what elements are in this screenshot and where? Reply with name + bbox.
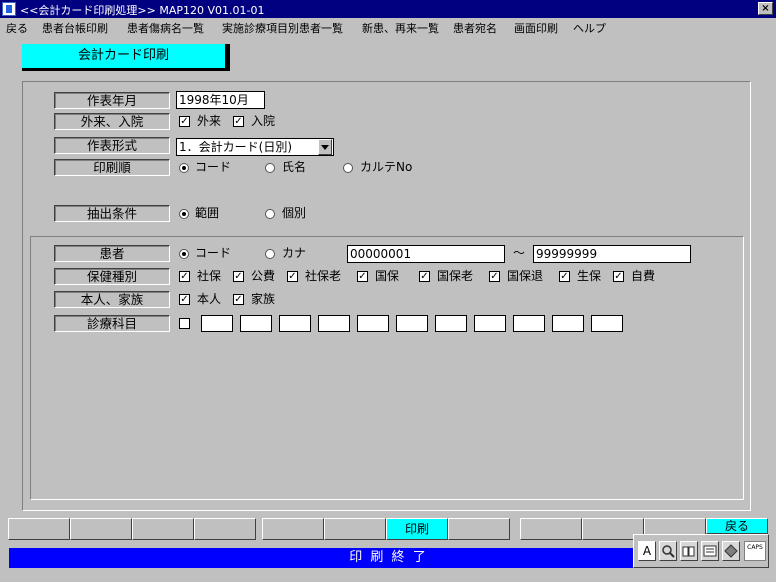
insurance-kohi-checkbox[interactable] — [233, 271, 244, 282]
insurance-kokuho-elderly-checkbox[interactable] — [419, 271, 430, 282]
ime-search-icon[interactable] — [659, 541, 677, 561]
department-code-field-5[interactable] — [357, 315, 389, 332]
extract-individual-label: 個別 — [282, 206, 307, 220]
self-checkbox[interactable] — [179, 294, 190, 305]
fkey-6[interactable] — [324, 518, 386, 540]
fkey-1[interactable] — [8, 518, 70, 540]
menu-item-treatment-item-patient-list[interactable]: 実施診療項目別患者一覧 — [222, 20, 343, 36]
department-code-field-11[interactable] — [591, 315, 623, 332]
insurance-kokuho-elderly-label: 国保老 — [437, 269, 474, 283]
menu-bar: 戻る 患者台帳印刷 患者傷病名一覧 実施診療項目別患者一覧 新患、再来一覧 患者… — [0, 18, 776, 36]
extract-range-label: 範囲 — [195, 206, 220, 220]
insurance-kokuho-label: 国保 — [375, 269, 400, 283]
patient-code-label: コード — [195, 246, 232, 260]
family-checkbox[interactable] — [233, 294, 244, 305]
menu-item-back[interactable]: 戻る — [6, 20, 28, 36]
visit-type-label: 外来、入院 — [54, 113, 170, 130]
ime-dictionary-icon[interactable] — [680, 541, 698, 561]
print-order-code-radio[interactable] — [179, 163, 189, 173]
department-code-field-1[interactable] — [201, 315, 233, 332]
fkey-2[interactable] — [70, 518, 132, 540]
fkey-8[interactable] — [448, 518, 510, 540]
close-button[interactable]: × — [758, 2, 773, 15]
caps-indicator: CAPS — [744, 541, 766, 561]
insurance-jihi-label: 自費 — [631, 269, 656, 283]
outpatient-label: 外来 — [197, 114, 222, 128]
insurance-shaho-checkbox[interactable] — [179, 271, 190, 282]
outpatient-checkbox[interactable] — [179, 116, 190, 127]
extract-range-radio[interactable] — [179, 209, 189, 219]
department-code-field-6[interactable] — [396, 315, 428, 332]
insurance-type-label: 保健種別 — [54, 268, 170, 285]
menu-item-patient-ledger-print[interactable]: 患者台帳印刷 — [42, 20, 108, 36]
report-format-label: 作表形式 — [54, 137, 170, 154]
department-label: 診療科目 — [54, 315, 170, 332]
ime-toolbar: A CAPS — [633, 534, 769, 568]
department-code-field-9[interactable] — [513, 315, 545, 332]
print-order-name-label: 氏名 — [282, 160, 307, 174]
insurance-seiho-label: 生保 — [577, 269, 602, 283]
chevron-down-icon[interactable] — [318, 139, 332, 155]
insurance-kokuho-retired-checkbox[interactable] — [489, 271, 500, 282]
app-icon — [2, 2, 16, 16]
window-title: <<会計カード印刷処理>> MAP120 V01.01-01 — [20, 4, 265, 17]
self-label: 本人 — [197, 292, 222, 306]
extract-condition-label: 抽出条件 — [54, 205, 170, 222]
print-button[interactable]: 印刷 — [386, 518, 448, 540]
insurance-jihi-checkbox[interactable] — [613, 271, 624, 282]
patient-code-radio[interactable] — [179, 249, 189, 259]
patient-label: 患者 — [54, 245, 170, 262]
fkey-9[interactable] — [520, 518, 582, 540]
print-order-chart-no-radio[interactable] — [343, 163, 353, 173]
department-code-field-2[interactable] — [240, 315, 272, 332]
patient-kana-radio[interactable] — [265, 249, 275, 259]
title-bar: <<会計カード印刷処理>> MAP120 V01.01-01 × — [0, 0, 776, 18]
year-month-input[interactable]: 1998年10月 — [176, 91, 265, 109]
insurance-kohi-label: 公費 — [251, 269, 276, 283]
department-code-field-7[interactable] — [435, 315, 467, 332]
print-order-code-label: コード — [195, 160, 232, 174]
print-order-chart-no-label: カルテNo — [360, 160, 413, 174]
department-code-field-3[interactable] — [279, 315, 311, 332]
department-code-field-4[interactable] — [318, 315, 350, 332]
menu-item-new-return-list[interactable]: 新患、再来一覧 — [362, 20, 439, 36]
department-code-field-10[interactable] — [552, 315, 584, 332]
ime-pad-icon[interactable] — [701, 541, 719, 561]
insurance-shaho-elderly-checkbox[interactable] — [287, 271, 298, 282]
patient-from-input[interactable]: 00000001 — [347, 245, 505, 263]
inpatient-label: 入院 — [251, 114, 276, 128]
year-month-label: 作表年月 — [54, 92, 170, 109]
report-format-select[interactable]: 1．会計カード(日別) — [176, 138, 334, 156]
insurance-kokuho-retired-label: 国保退 — [507, 269, 544, 283]
insurance-kokuho-checkbox[interactable] — [357, 271, 368, 282]
department-code-field-8[interactable] — [474, 315, 506, 332]
family-label: 家族 — [251, 292, 276, 306]
menu-item-help[interactable]: ヘルプ — [573, 20, 606, 36]
insurance-seiho-checkbox[interactable] — [559, 271, 570, 282]
menu-item-disease-name-list[interactable]: 患者傷病名一覧 — [127, 20, 204, 36]
range-tilde: ～ — [513, 246, 526, 260]
ime-properties-icon[interactable] — [722, 541, 740, 561]
insurance-shaho-elderly-label: 社保老 — [305, 269, 342, 283]
inpatient-checkbox[interactable] — [233, 116, 244, 127]
department-checkbox[interactable] — [179, 318, 190, 329]
extract-individual-radio[interactable] — [265, 209, 275, 219]
screen-title: 会計カード印刷 — [22, 44, 230, 71]
patient-to-input[interactable]: 99999999 — [533, 245, 691, 263]
fkey-3[interactable] — [132, 518, 194, 540]
self-family-label: 本人、家族 — [54, 291, 170, 308]
print-order-label: 印刷順 — [54, 159, 170, 176]
print-order-name-radio[interactable] — [265, 163, 275, 173]
insurance-shaho-label: 社保 — [197, 269, 222, 283]
menu-item-patient-address[interactable]: 患者宛名 — [453, 20, 497, 36]
patient-kana-label: カナ — [282, 246, 307, 260]
fkey-4[interactable] — [194, 518, 256, 540]
back-button[interactable]: 戻る — [706, 518, 768, 534]
menu-item-screen-print[interactable]: 画面印刷 — [514, 20, 558, 36]
fkey-5[interactable] — [262, 518, 324, 540]
ime-mode-indicator[interactable]: A — [638, 541, 656, 561]
